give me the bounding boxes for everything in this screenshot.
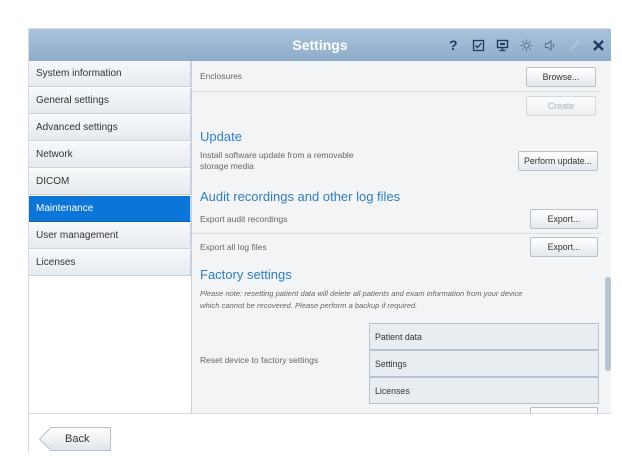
sidebar-item-maintenance[interactable]: Maintenance (29, 196, 191, 222)
reset-option-licenses[interactable]: Licenses (369, 377, 599, 404)
sidebar-item-advanced-settings[interactable]: Advanced settings (29, 115, 191, 141)
export-audit-label: Export audit recordings (200, 214, 288, 224)
brightness-icon[interactable] (519, 38, 533, 52)
reset-option-settings[interactable]: Settings (369, 350, 599, 377)
update-description-line2: storage media (200, 161, 254, 171)
export-logs-label: Export all log files (200, 242, 267, 252)
footer-bar: Back (29, 413, 611, 455)
sidebar-item-network[interactable]: Network (29, 142, 191, 168)
sidebar-item-system-information[interactable]: System information (29, 61, 191, 87)
enclosures-label: Enclosures (200, 71, 243, 81)
export-logs-button[interactable]: Export... (530, 237, 598, 257)
close-icon[interactable] (591, 38, 605, 52)
audit-heading: Audit recordings and other log files (200, 189, 401, 204)
divider (192, 233, 601, 234)
back-button-label: Back (65, 433, 90, 445)
browse-button[interactable]: Browse... (526, 67, 596, 87)
update-description-line1: Install software update from a removable (200, 150, 354, 160)
sidebar-item-user-management[interactable]: User management (29, 223, 191, 249)
wrench-icon[interactable] (567, 38, 581, 52)
maintenance-panel: Enclosures Browse... Create Update Insta… (191, 61, 611, 413)
sidebar-item-licenses[interactable]: Licenses (29, 250, 191, 276)
help-icon[interactable]: ? (447, 38, 461, 52)
update-heading: Update (200, 129, 242, 144)
perform-update-button[interactable]: Perform update... (518, 151, 598, 171)
sidebar-item-dicom[interactable]: DICOM (29, 169, 191, 195)
reset-option-patient-data[interactable]: Patient data (369, 323, 599, 350)
back-button[interactable]: Back (39, 427, 111, 451)
sidebar-item-general-settings[interactable]: General settings (29, 88, 191, 114)
settings-window: Settings ? System information General se… (28, 28, 611, 455)
toolbar-icons: ? (447, 29, 605, 61)
factory-note-line1: Please note: resetting patient data will… (200, 289, 523, 298)
divider (192, 91, 601, 92)
title-bar: Settings ? (29, 29, 611, 61)
export-audit-button[interactable]: Export... (530, 209, 598, 229)
create-button[interactable]: Create (526, 96, 596, 116)
factory-note-line2: which cannot be recovered. Please perfor… (200, 301, 418, 310)
sidebar: System information General settings Adva… (29, 61, 191, 413)
volume-icon[interactable] (543, 38, 557, 52)
reset-device-label: Reset device to factory settings (200, 355, 319, 365)
factory-settings-heading: Factory settings (200, 267, 292, 282)
display-icon[interactable] (495, 38, 509, 52)
scrollbar-thumb[interactable] (605, 277, 611, 371)
svg-text:?: ? (449, 38, 458, 52)
checklist-icon[interactable] (471, 38, 485, 52)
